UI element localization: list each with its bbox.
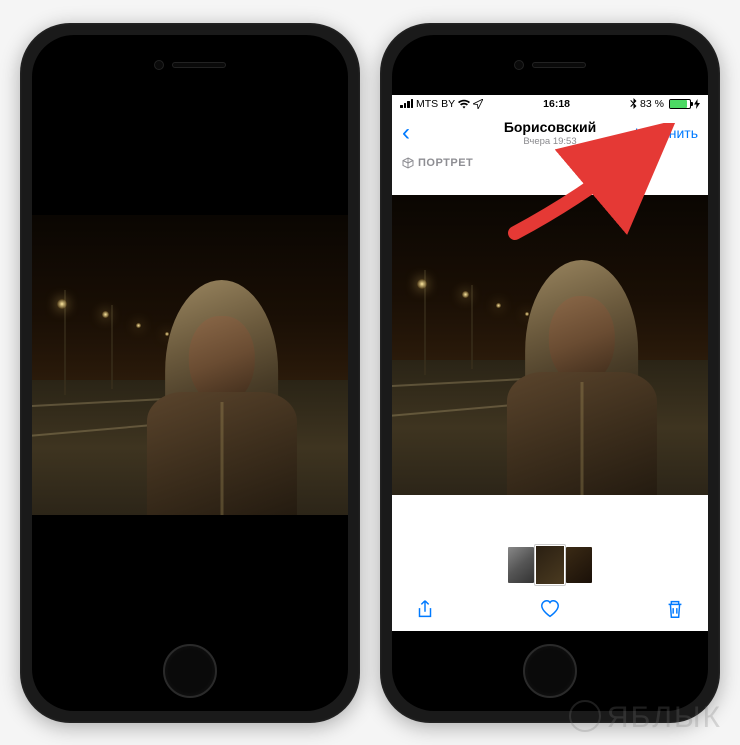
trash-icon[interactable] — [664, 598, 686, 620]
nav-subtitle: Вчера 19:53 — [504, 136, 596, 147]
home-button[interactable] — [523, 644, 577, 698]
battery-percent-label: 83 % — [640, 98, 664, 110]
home-area — [392, 631, 708, 711]
thumbnail-selected[interactable] — [535, 545, 565, 585]
phone-inner: MTS BY 16:18 83 % ‹ Борисовский Вчера 19… — [392, 35, 708, 711]
heart-icon[interactable] — [539, 598, 561, 620]
thumbnail[interactable] — [566, 547, 592, 583]
nav-bar: ‹ Борисовский Вчера 19:53 Изменить — [392, 113, 708, 153]
location-icon — [473, 99, 483, 109]
front-camera — [154, 60, 164, 70]
screen-left[interactable] — [32, 95, 348, 631]
cube-icon — [402, 157, 414, 169]
edit-button[interactable]: Изменить — [635, 125, 698, 141]
home-area — [32, 631, 348, 711]
speaker-area — [392, 35, 708, 95]
front-camera — [514, 60, 524, 70]
speaker-slot — [172, 62, 226, 68]
battery-icon — [669, 99, 691, 109]
wifi-icon — [458, 99, 470, 109]
phone-inner — [32, 35, 348, 711]
photo-preview[interactable] — [392, 195, 708, 495]
home-button[interactable] — [163, 644, 217, 698]
status-bar: MTS BY 16:18 83 % — [392, 95, 708, 113]
screen-right: MTS BY 16:18 83 % ‹ Борисовский Вчера 19… — [392, 95, 708, 631]
phone-frame-right: MTS BY 16:18 83 % ‹ Борисовский Вчера 19… — [380, 23, 720, 723]
bottom-toolbar — [392, 587, 708, 631]
watermark: ЯБЛЫК — [569, 701, 722, 735]
cellular-signal-icon — [400, 99, 413, 108]
phone-frame-left — [20, 23, 360, 723]
nav-title: Борисовский — [504, 119, 596, 135]
carrier-label: MTS BY — [416, 98, 455, 110]
share-icon[interactable] — [414, 598, 436, 620]
speaker-area — [32, 35, 348, 95]
portrait-badge: ПОРТРЕТ — [392, 153, 708, 177]
thumbnail[interactable] — [508, 547, 534, 583]
back-button[interactable]: ‹ — [402, 119, 410, 147]
thumbnail-strip[interactable] — [392, 545, 708, 585]
bluetooth-icon — [630, 98, 637, 109]
clock-label: 16:18 — [543, 98, 570, 110]
portrait-badge-label: ПОРТРЕТ — [418, 157, 473, 169]
photo-fullscreen[interactable] — [32, 215, 348, 515]
speaker-slot — [532, 62, 586, 68]
charging-icon — [694, 99, 700, 109]
